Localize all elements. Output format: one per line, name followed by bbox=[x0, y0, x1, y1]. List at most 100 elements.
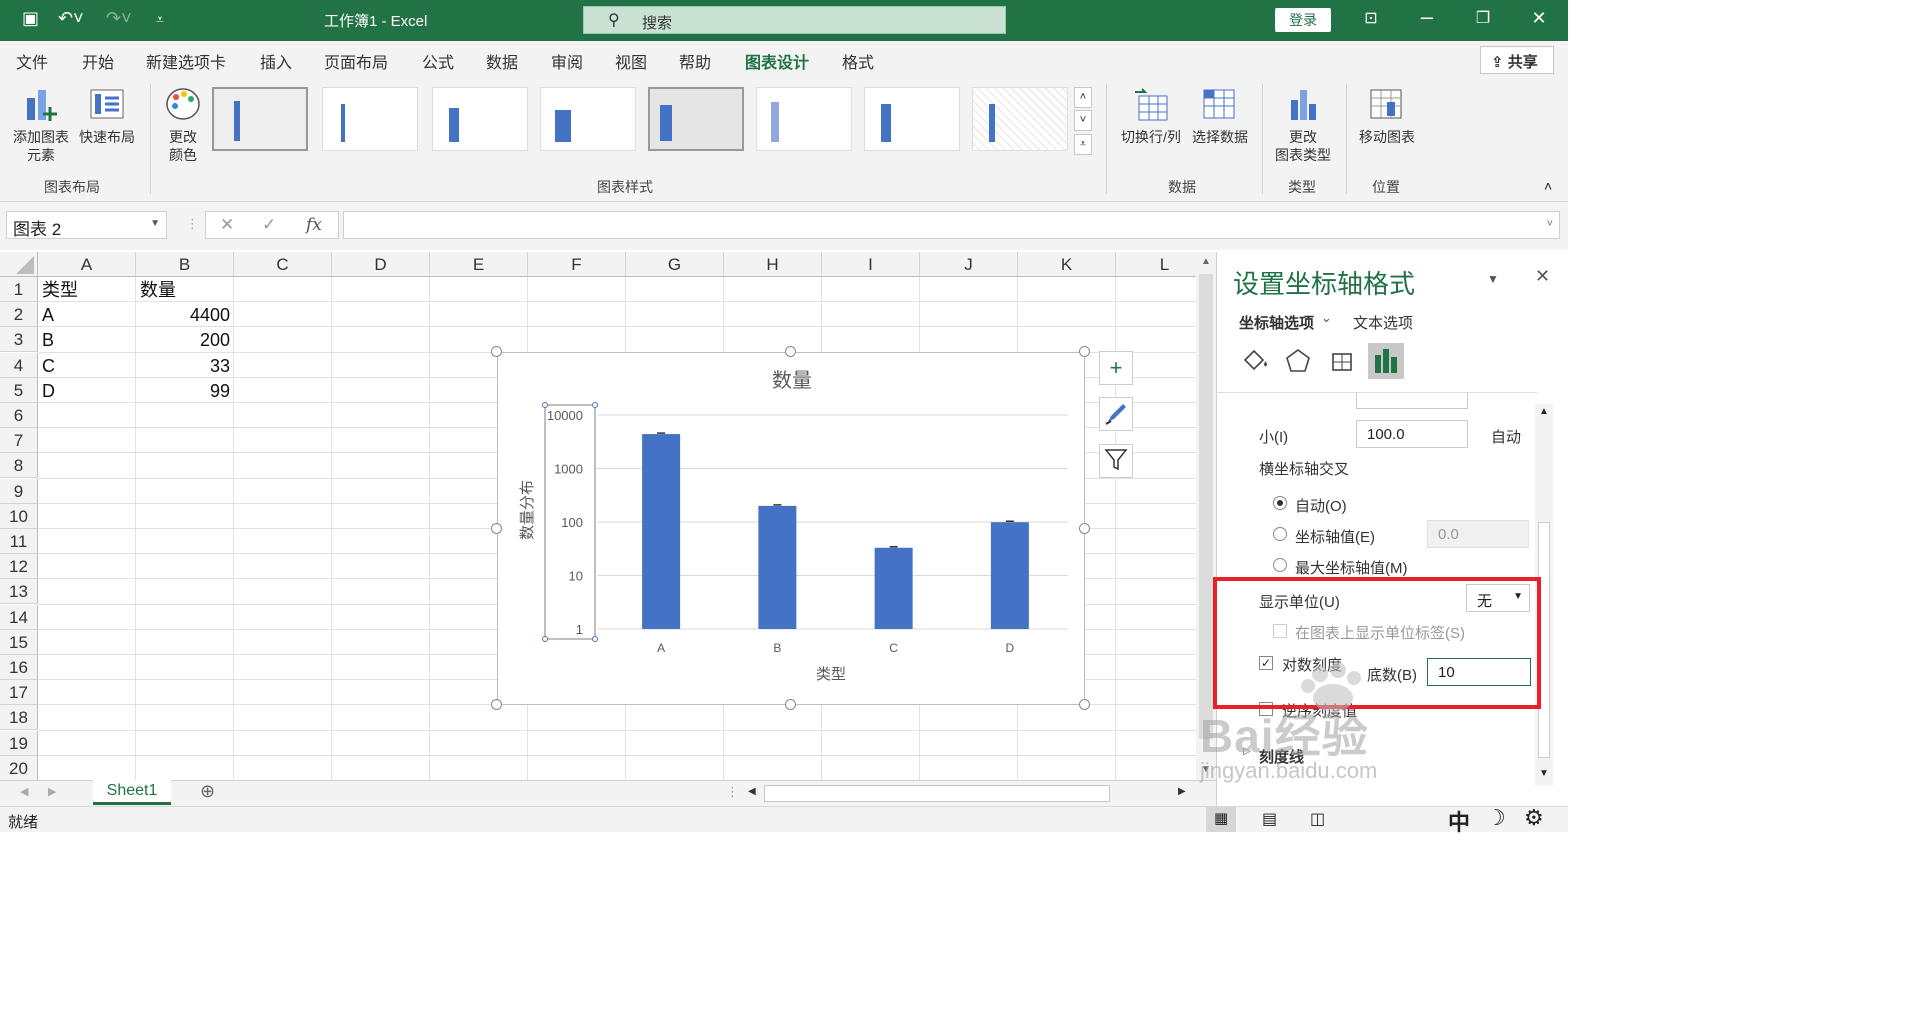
radio-axis-value[interactable] bbox=[1273, 527, 1287, 541]
save-icon[interactable]: ▣ bbox=[22, 8, 39, 29]
row-header[interactable]: 1 bbox=[0, 277, 38, 302]
row-header[interactable]: 15 bbox=[0, 629, 38, 655]
radio-max[interactable] bbox=[1273, 558, 1287, 572]
resize-handle[interactable] bbox=[1079, 699, 1090, 710]
cell-A5[interactable]: D bbox=[38, 378, 136, 403]
gallery-more-icon[interactable]: ⩡ bbox=[1074, 134, 1092, 155]
row-header[interactable]: 13 bbox=[0, 579, 38, 605]
share-button[interactable]: ⇪ 共享 bbox=[1480, 46, 1554, 74]
tab-chart-design[interactable]: 图表设计 bbox=[745, 49, 810, 81]
scroll-thumb[interactable] bbox=[1199, 274, 1213, 739]
chart-style-5[interactable] bbox=[648, 87, 744, 151]
horizontal-scroll-thumb[interactable] bbox=[764, 785, 1110, 802]
tab-new[interactable]: 新建选项卡 bbox=[146, 49, 226, 73]
tab-insert[interactable]: 插入 bbox=[260, 49, 292, 73]
axis-options-chart-icon[interactable] bbox=[1368, 343, 1404, 379]
tick-marks-section[interactable]: 刻度线 bbox=[1259, 746, 1304, 767]
pane-close-icon[interactable]: ✕ bbox=[1535, 266, 1550, 287]
tab-axis-options[interactable]: 坐标轴选项 bbox=[1239, 312, 1314, 333]
close-icon[interactable]: ✕ bbox=[1524, 8, 1554, 29]
chart-elements-plus-icon[interactable]: + bbox=[1099, 351, 1133, 385]
tab-help[interactable]: 帮助 bbox=[679, 49, 711, 73]
chart-title[interactable]: 数量 bbox=[772, 369, 812, 392]
column-header[interactable]: D bbox=[332, 252, 430, 277]
tab-formulas[interactable]: 公式 bbox=[422, 49, 454, 73]
resize-handle[interactable] bbox=[1079, 523, 1090, 534]
row-header[interactable]: 12 bbox=[0, 554, 38, 580]
row-header[interactable]: 16 bbox=[0, 655, 38, 680]
chart-style-2[interactable] bbox=[322, 87, 418, 151]
fill-line-icon[interactable] bbox=[1237, 344, 1271, 378]
column-header[interactable]: G bbox=[626, 252, 724, 277]
chart-style-1[interactable] bbox=[212, 87, 308, 151]
name-box[interactable]: 图表 2 ▼ bbox=[6, 211, 167, 239]
chart-style-7[interactable] bbox=[864, 87, 960, 151]
ribbon-display-icon[interactable]: ⊡ bbox=[1356, 8, 1386, 28]
cell-B2[interactable]: 4400 bbox=[136, 302, 234, 327]
row-header[interactable]: 9 bbox=[0, 478, 38, 504]
scroll-left-icon[interactable]: ◀ bbox=[748, 786, 756, 797]
scroll-right-icon[interactable]: ▶ bbox=[1178, 786, 1186, 797]
next-sheet-icon[interactable]: ▶ bbox=[48, 785, 56, 798]
scroll-down-icon[interactable]: ▼ bbox=[1201, 764, 1211, 775]
row-header[interactable]: 18 bbox=[0, 705, 38, 731]
chart-filters-funnel-icon[interactable] bbox=[1099, 444, 1133, 478]
tab-file[interactable]: 文件 bbox=[16, 49, 48, 73]
row-header[interactable]: 17 bbox=[0, 680, 38, 706]
row-header[interactable]: 10 bbox=[0, 503, 38, 529]
scroll-up-icon[interactable]: ▲ bbox=[1201, 256, 1211, 267]
tab-review[interactable]: 审阅 bbox=[551, 49, 583, 73]
redo-icon[interactable]: ↷˅ bbox=[106, 8, 132, 29]
select-all-corner[interactable] bbox=[0, 252, 38, 277]
chart-style-4[interactable] bbox=[540, 87, 636, 151]
row-header[interactable]: 8 bbox=[0, 453, 38, 479]
chart-style-3[interactable] bbox=[432, 87, 528, 151]
chart-area[interactable]: 数量 数量分布 类型 1 10 100 1000 10000 A B C D bbox=[497, 352, 1085, 705]
moon-icon[interactable]: ☽ bbox=[1486, 805, 1506, 831]
pane-scroll-down-icon[interactable]: ▼ bbox=[1539, 768, 1549, 779]
formula-input[interactable]: ˅ bbox=[343, 211, 1560, 239]
add-sheet-icon[interactable]: ⊕ bbox=[200, 781, 215, 802]
search-box[interactable]: ⚲ 搜索 bbox=[583, 6, 1006, 34]
axis-value-input[interactable]: 0.0 bbox=[1427, 520, 1529, 548]
row-header[interactable]: 5 bbox=[0, 377, 38, 403]
resize-handle[interactable] bbox=[491, 523, 502, 534]
select-data-button[interactable]: 选择数据 bbox=[1188, 84, 1252, 146]
change-colors-button[interactable]: 更改 颜色 bbox=[156, 84, 210, 164]
normal-view-icon[interactable]: ▦ bbox=[1206, 807, 1236, 832]
tab-format[interactable]: 格式 bbox=[842, 49, 874, 73]
page-break-view-icon[interactable]: ◫ bbox=[1310, 809, 1325, 829]
row-header[interactable]: 3 bbox=[0, 327, 38, 353]
tab-data[interactable]: 数据 bbox=[486, 49, 518, 73]
cell-A3[interactable]: B bbox=[38, 327, 136, 352]
resize-handle[interactable] bbox=[785, 346, 796, 357]
cell-B4[interactable]: 33 bbox=[136, 353, 234, 378]
column-header[interactable]: F bbox=[528, 252, 626, 277]
chart-styles-brush-icon[interactable] bbox=[1099, 397, 1133, 431]
cell-B5[interactable]: 99 bbox=[136, 378, 234, 403]
gallery-up-icon[interactable]: ˄ bbox=[1074, 87, 1092, 108]
column-header[interactable]: H bbox=[724, 252, 822, 277]
column-header[interactable]: L bbox=[1116, 252, 1196, 277]
row-header[interactable]: 11 bbox=[0, 529, 38, 554]
y-axis-title[interactable]: 数量分布 bbox=[519, 480, 536, 540]
change-chart-type-button[interactable]: 更改 图表类型 bbox=[1270, 84, 1336, 164]
restore-icon[interactable]: ❐ bbox=[1468, 8, 1498, 28]
chart-svg[interactable]: 数量 数量分布 类型 1 10 100 1000 10000 A B C D bbox=[498, 353, 1086, 706]
prev-sheet-icon[interactable]: ◀ bbox=[20, 785, 28, 798]
chevron-down-icon[interactable]: ⌄ bbox=[1321, 310, 1332, 326]
row-header[interactable]: 20 bbox=[0, 755, 38, 780]
add-chart-element-button[interactable]: 添加图表 元素 bbox=[10, 84, 72, 164]
radio-auto[interactable] bbox=[1273, 496, 1287, 510]
gallery-down-icon[interactable]: ˅ bbox=[1074, 110, 1092, 131]
x-axis-title[interactable]: 类型 bbox=[816, 666, 846, 683]
ime-mode[interactable]: 中 bbox=[1448, 805, 1470, 837]
row-header[interactable]: 6 bbox=[0, 403, 38, 428]
tab-home[interactable]: 开始 bbox=[82, 49, 114, 73]
cell-B1[interactable]: 数量 bbox=[136, 277, 234, 302]
collapse-ribbon-icon[interactable]: ˄ bbox=[1544, 178, 1552, 194]
move-chart-button[interactable]: 移动图表 bbox=[1354, 84, 1420, 146]
expand-icon[interactable]: ▷ bbox=[1243, 746, 1251, 757]
column-header[interactable]: I bbox=[822, 252, 920, 277]
enter-icon[interactable]: ✓ bbox=[262, 215, 276, 235]
